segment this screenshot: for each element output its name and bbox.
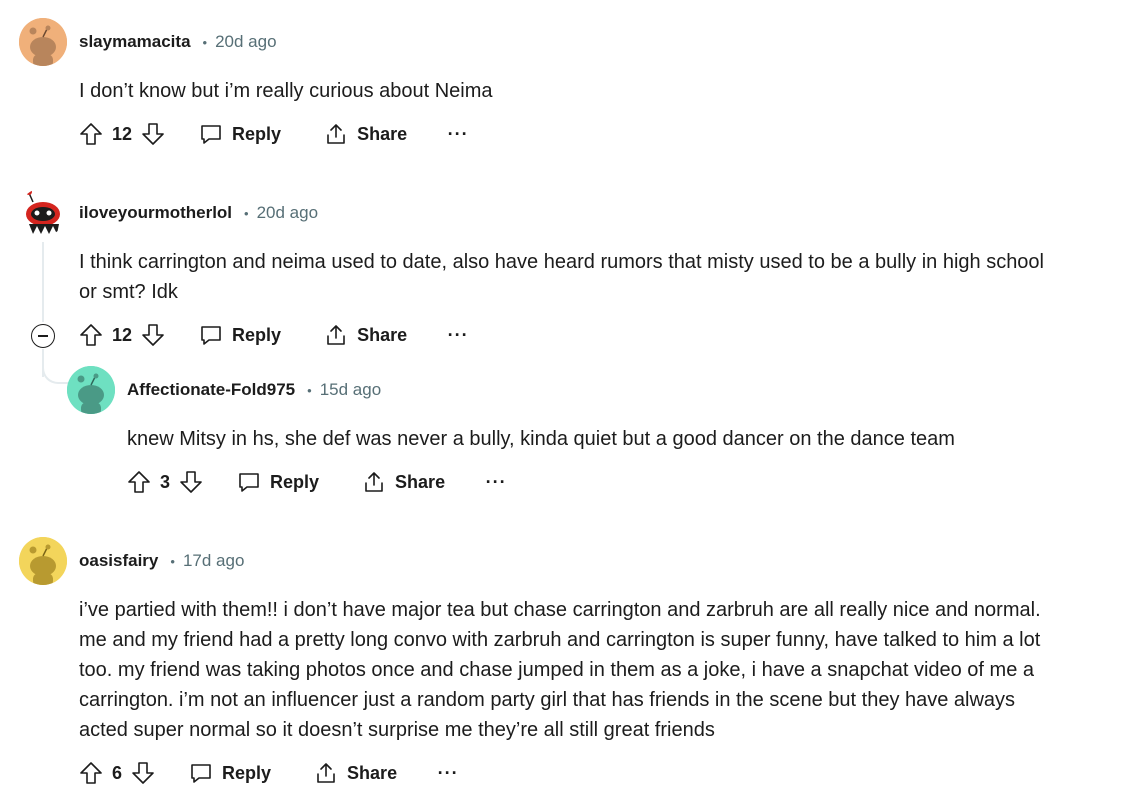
upvote-button[interactable] — [78, 322, 104, 348]
share-upload-icon — [327, 124, 345, 144]
share-upload-icon — [327, 325, 345, 345]
share-label: Share — [357, 324, 408, 345]
timestamp[interactable]: 15d ago — [320, 380, 381, 400]
share-button[interactable]: Share — [361, 464, 445, 500]
comment-meta: slaymamacita • 20d ago — [79, 30, 277, 54]
comment-actions: 12 Reply Share ··· — [78, 317, 473, 353]
timestamp[interactable]: 20d ago — [215, 32, 276, 52]
more-dots-icon: ··· — [447, 123, 469, 144]
more-dots-icon: ··· — [447, 324, 469, 345]
more-options-button[interactable]: ··· — [433, 758, 463, 788]
timestamp[interactable]: 20d ago — [257, 203, 318, 223]
downvote-arrow-icon — [142, 324, 164, 346]
vote-count: 3 — [160, 471, 171, 492]
username[interactable]: iloveyourmotherlol — [79, 203, 232, 223]
thread-line — [42, 242, 44, 322]
share-button[interactable]: Share — [323, 116, 407, 152]
comment-line: acted super normal so it doesn’t surpris… — [79, 719, 715, 741]
comment-line: me and my friend had a pretty long convo… — [79, 629, 1041, 651]
separator-dot: • — [170, 553, 175, 569]
vote-count: 12 — [112, 324, 133, 345]
reply-label: Reply — [232, 324, 282, 345]
downvote-button[interactable] — [140, 322, 166, 348]
more-dots-icon: ··· — [485, 471, 507, 492]
reply-label: Reply — [232, 123, 282, 144]
timestamp[interactable]: 17d ago — [183, 551, 244, 571]
reply-button[interactable]: Reply — [188, 755, 271, 791]
username[interactable]: slaymamacita — [79, 32, 191, 52]
speech-bubble-icon — [191, 764, 211, 783]
reply-label: Reply — [222, 762, 272, 783]
downvote-button[interactable] — [178, 469, 204, 495]
upvote-arrow-icon — [80, 762, 102, 784]
thread-line-curve — [42, 360, 68, 384]
upvote-button[interactable] — [78, 760, 104, 786]
comment-line: I don’t know but i’m really curious abou… — [79, 80, 493, 102]
separator-dot: • — [202, 34, 208, 50]
comment-meta: iloveyourmotherlol • 20d ago — [79, 201, 318, 225]
comment-meta: oasisfairy • 17d ago — [79, 549, 244, 573]
upvote-button[interactable] — [126, 469, 152, 495]
speech-bubble-icon — [239, 473, 259, 492]
reply-button[interactable]: Reply — [198, 317, 281, 353]
share-upload-icon — [317, 763, 335, 783]
speech-bubble-icon — [201, 125, 221, 144]
avatar[interactable] — [19, 188, 67, 236]
avatar[interactable] — [19, 18, 67, 66]
upvote-arrow-icon — [80, 123, 102, 145]
upvote-arrow-icon — [128, 471, 150, 493]
comment-line: i’ve partied with them!! i don’t have ma… — [79, 599, 1041, 621]
more-dots-icon: ··· — [437, 762, 459, 783]
comment-body: I don’t know but i’m really curious abou… — [79, 76, 493, 106]
comment-actions: 6 Reply Share ··· — [78, 755, 463, 791]
vote-count: 6 — [112, 762, 123, 783]
comment-line: too. my friend was taking photos once an… — [79, 659, 1035, 681]
downvote-arrow-icon — [142, 123, 164, 145]
comment-meta: Affectionate-Fold975 • 15d ago — [127, 378, 381, 402]
comment-body: knew Mitsy in hs, she def was never a bu… — [127, 424, 955, 454]
share-button[interactable]: Share — [313, 755, 397, 791]
separator-dot: • — [244, 205, 249, 221]
collapse-minus-icon — [38, 335, 48, 337]
snoo-avatar-icon — [19, 18, 67, 66]
comment-line: knew Mitsy in hs, she def was never a bu… — [127, 428, 955, 450]
share-label: Share — [357, 123, 408, 144]
avatar[interactable] — [19, 537, 67, 585]
comment-actions: 3 Reply Share ··· — [126, 464, 511, 500]
more-options-button[interactable]: ··· — [443, 119, 473, 149]
separator-dot: • — [307, 382, 312, 398]
share-label: Share — [347, 762, 398, 783]
snoo-avatar-icon — [67, 366, 115, 414]
downvote-arrow-icon — [180, 471, 202, 493]
upvote-arrow-icon — [80, 324, 102, 346]
comment-line: I think carrington and neima used to dat… — [79, 251, 1044, 273]
share-button[interactable]: Share — [323, 317, 407, 353]
vote-count: 12 — [112, 123, 133, 144]
downvote-button[interactable] — [140, 121, 166, 147]
speech-bubble-icon — [201, 326, 221, 345]
share-label: Share — [395, 471, 446, 492]
reply-button[interactable]: Reply — [198, 116, 281, 152]
username[interactable]: oasisfairy — [79, 551, 158, 571]
snoo-avatar-icon — [19, 537, 67, 585]
comment-body: i’ve partied with them!! i don’t have ma… — [79, 595, 1041, 745]
snoo-avatar-icon — [19, 188, 67, 236]
comment-line: or smt? Idk — [79, 281, 178, 303]
reply-label: Reply — [270, 471, 320, 492]
avatar[interactable] — [67, 366, 115, 414]
reply-button[interactable]: Reply — [236, 464, 319, 500]
comment-line: carrington. i’m not an influencer just a… — [79, 689, 1016, 711]
downvote-button[interactable] — [130, 760, 156, 786]
more-options-button[interactable]: ··· — [443, 320, 473, 350]
collapse-thread-button[interactable] — [31, 324, 55, 348]
more-options-button[interactable]: ··· — [481, 467, 511, 497]
username[interactable]: Affectionate-Fold975 — [127, 380, 295, 400]
upvote-button[interactable] — [78, 121, 104, 147]
comment-actions: 12 Reply Share ··· — [78, 116, 473, 152]
comment-body: I think carrington and neima used to dat… — [79, 247, 1044, 307]
share-upload-icon — [365, 472, 383, 492]
downvote-arrow-icon — [132, 762, 154, 784]
